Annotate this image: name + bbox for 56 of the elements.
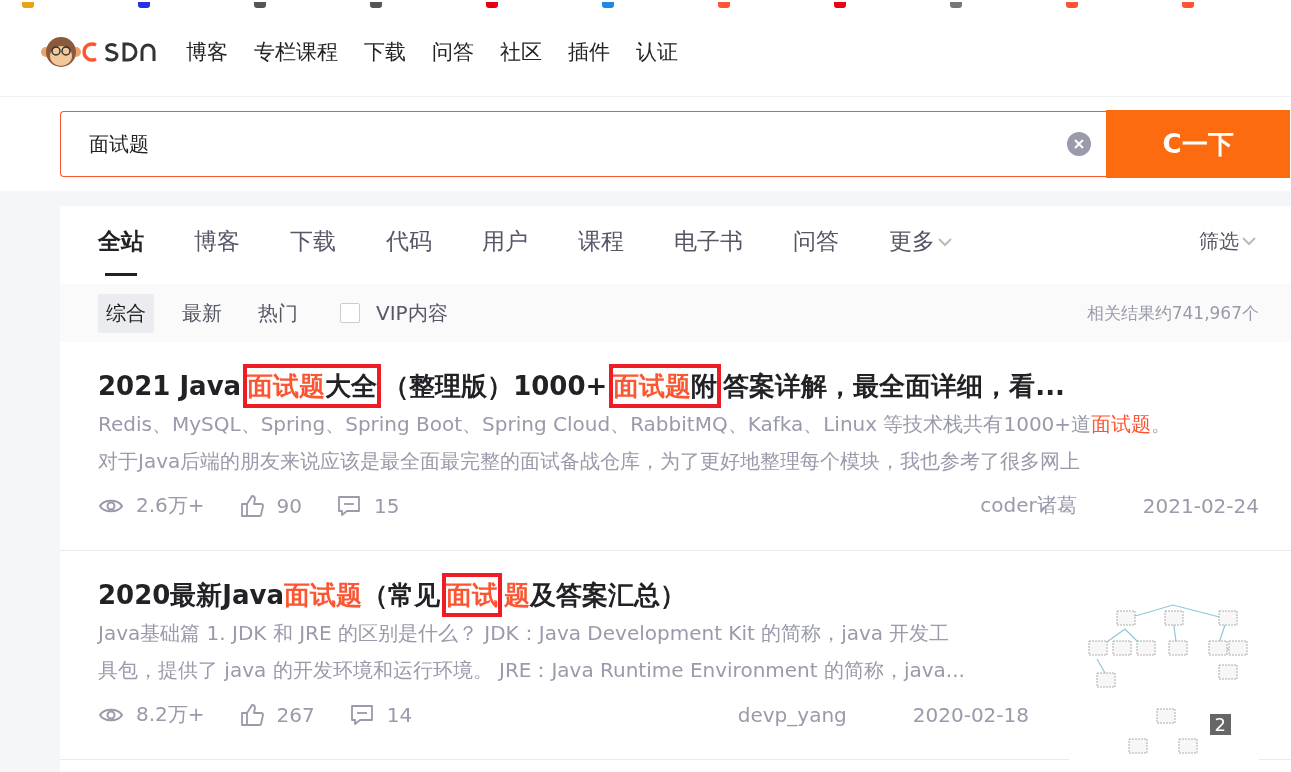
bookmark-icon[interactable] bbox=[834, 2, 846, 8]
result-snippet: Java基础篇 1. JDK 和 JRE 的区别是什么？ JDK：Java Development Kit 的简称，java 开发工 bbox=[98, 620, 951, 647]
result-count: 相关结果约741,967个 bbox=[1086, 301, 1259, 325]
bookmark-icon[interactable] bbox=[1182, 2, 1194, 8]
result-snippet: Redis、MySQL、Spring、Spring Boot、Spring Cloud、RabbitMQ、Kafka、Linux 等技术栈共有1000+道面试题。 bbox=[98, 411, 1173, 438]
tab[interactable]: 用户 bbox=[482, 226, 528, 276]
nav-link[interactable]: 社区 bbox=[500, 38, 542, 66]
sort-option[interactable]: 综合 bbox=[98, 293, 154, 333]
checkbox-label[interactable]: VIP内容 bbox=[376, 299, 448, 327]
bookmark-icon[interactable] bbox=[950, 2, 962, 8]
like-count: 267 bbox=[276, 702, 315, 727]
checkbox[interactable] bbox=[340, 303, 360, 323]
tab[interactable]: 更多 bbox=[889, 226, 953, 276]
search-box[interactable]: 面试题 bbox=[60, 111, 1106, 177]
nav-link[interactable]: 下载 bbox=[364, 38, 406, 66]
tab[interactable]: 课程 bbox=[578, 226, 624, 276]
sort-option[interactable]: 最新 bbox=[174, 293, 230, 333]
tab[interactable]: 代码 bbox=[386, 226, 432, 276]
sort-option[interactable]: 热门 bbox=[250, 293, 306, 333]
bookmark-icon[interactable] bbox=[1066, 2, 1078, 8]
result-snippet: 对于Java后端的朋友来说应该是最全面最完整的面试备战仓库，为了更好地整理每个模块，我也参考了很多网上 bbox=[98, 448, 1082, 475]
comment-icon[interactable] bbox=[348, 702, 375, 727]
comment-icon[interactable] bbox=[336, 493, 363, 518]
thumbs-up-icon[interactable] bbox=[238, 702, 265, 727]
view-count: 2.6万+ bbox=[136, 492, 205, 519]
tab[interactable]: 全站 bbox=[98, 226, 144, 276]
like-count: 90 bbox=[276, 493, 303, 518]
tab[interactable]: 电子书 bbox=[674, 226, 743, 276]
image-count-badge: 2 bbox=[1209, 714, 1231, 735]
comment-count: 14 bbox=[386, 702, 413, 727]
tab[interactable]: 下载 bbox=[290, 226, 336, 276]
bookmark-icon[interactable] bbox=[138, 2, 150, 8]
bookmark-icon[interactable] bbox=[602, 2, 614, 8]
result-title[interactable]: 2021 Java 面试题大全 （整理版）1000+ 面试题附 答案详解，最全面详细，看... bbox=[98, 366, 1259, 406]
nav-link[interactable]: 认证 bbox=[636, 38, 678, 66]
nav-link[interactable]: 专栏课程 bbox=[254, 38, 338, 66]
bookmark-icon[interactable] bbox=[718, 2, 730, 8]
result-snippet: 具包，提供了 java 的开发环境和运行环境。 JRE：Java Runtime Environment 的简称，java... bbox=[98, 657, 966, 684]
bookmark-icon[interactable] bbox=[486, 2, 498, 8]
thumbs-up-icon[interactable] bbox=[238, 493, 265, 518]
chevron-down-icon bbox=[1241, 236, 1257, 246]
comment-count: 15 bbox=[374, 493, 400, 518]
filter-button[interactable]: 筛选 bbox=[1199, 226, 1257, 256]
clear-icon[interactable] bbox=[1066, 131, 1092, 157]
nav-link[interactable]: 问答 bbox=[432, 38, 474, 66]
post-date: 2020-02-18 bbox=[912, 702, 1029, 727]
view-count: 8.2万+ bbox=[136, 701, 205, 728]
post-date: 2021-02-24 bbox=[1142, 493, 1259, 518]
nav-link[interactable]: 博客 bbox=[186, 38, 228, 66]
result-title[interactable]: 2020最新Java面试题（常见 面试 题及答案汇总） bbox=[98, 575, 1029, 615]
bookmark-icon[interactable] bbox=[254, 2, 266, 8]
tab[interactable]: 问答 bbox=[793, 226, 839, 276]
nav-link[interactable]: 插件 bbox=[568, 38, 610, 66]
tab[interactable]: 博客 bbox=[194, 226, 240, 276]
chevron-down-icon bbox=[937, 236, 953, 247]
bookmark-icon[interactable] bbox=[370, 2, 382, 8]
